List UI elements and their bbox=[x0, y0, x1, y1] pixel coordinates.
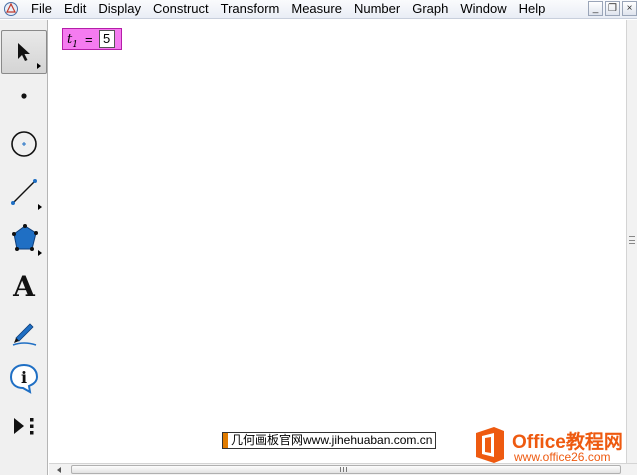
menu-transform[interactable]: Transform bbox=[215, 0, 286, 18]
custom-tools-icon bbox=[14, 418, 34, 435]
menu-graph[interactable]: Graph bbox=[406, 0, 454, 18]
information-tool[interactable]: i bbox=[1, 356, 47, 400]
segment-icon bbox=[11, 179, 37, 205]
menu-bar: File Edit Display Construct Transform Me… bbox=[0, 0, 637, 19]
site-watermark: 几何画板官网www.jihehuaban.com.cn bbox=[222, 432, 437, 449]
text-tool[interactable]: A bbox=[1, 264, 47, 308]
text-icon: A bbox=[13, 269, 35, 303]
menu-display[interactable]: Display bbox=[92, 0, 147, 18]
close-button[interactable]: × bbox=[622, 1, 637, 16]
circle-icon bbox=[11, 131, 37, 157]
menu-edit[interactable]: Edit bbox=[58, 0, 92, 18]
submenu-arrow-icon bbox=[37, 63, 41, 69]
menu-file[interactable]: File bbox=[25, 0, 58, 18]
straightedge-tool[interactable] bbox=[1, 170, 47, 214]
marker-tool[interactable] bbox=[1, 310, 47, 354]
menu-measure[interactable]: Measure bbox=[285, 0, 348, 18]
scroll-grip-icon bbox=[629, 236, 635, 244]
restore-button[interactable]: ❐ bbox=[605, 1, 620, 16]
polygon-icon bbox=[12, 224, 38, 251]
scroll-grip-icon bbox=[340, 467, 347, 472]
menu-window[interactable]: Window bbox=[454, 0, 512, 18]
parameter-equals: = bbox=[84, 31, 93, 47]
point-icon bbox=[21, 93, 27, 99]
submenu-arrow-icon bbox=[38, 204, 42, 210]
minimize-button[interactable]: _ bbox=[588, 1, 603, 16]
office-url-text: www.office26.com bbox=[514, 450, 611, 464]
menu-construct[interactable]: Construct bbox=[147, 0, 215, 18]
office-watermark: Office教程网 www.office26.com bbox=[470, 423, 637, 469]
parameter-name: t1 bbox=[67, 31, 78, 50]
menu-help[interactable]: Help bbox=[513, 0, 552, 18]
parameter-value[interactable]: 5 bbox=[98, 30, 115, 48]
sketch-canvas[interactable]: t1 = 5 bbox=[49, 20, 626, 463]
custom-tool[interactable] bbox=[1, 404, 47, 448]
selection-arrow-tool[interactable] bbox=[1, 30, 47, 74]
submenu-arrow-icon bbox=[38, 250, 42, 256]
scroll-left-icon[interactable] bbox=[57, 467, 61, 473]
pen-icon bbox=[12, 323, 37, 346]
parameter-t1[interactable]: t1 = 5 bbox=[62, 28, 122, 50]
vertical-scrollbar[interactable] bbox=[626, 20, 637, 463]
arrow-icon bbox=[18, 43, 30, 61]
office-logo-icon bbox=[476, 427, 504, 463]
compass-tool[interactable] bbox=[1, 122, 47, 166]
info-icon: i bbox=[9, 363, 39, 394]
menu-number[interactable]: Number bbox=[348, 0, 406, 18]
point-tool[interactable] bbox=[1, 74, 47, 118]
polygon-tool[interactable] bbox=[1, 216, 47, 260]
toolbox: A i bbox=[0, 20, 48, 475]
info-glyph: i bbox=[21, 368, 27, 387]
window-controls: _ ❐ × bbox=[588, 1, 637, 16]
app-icon[interactable] bbox=[3, 1, 19, 17]
